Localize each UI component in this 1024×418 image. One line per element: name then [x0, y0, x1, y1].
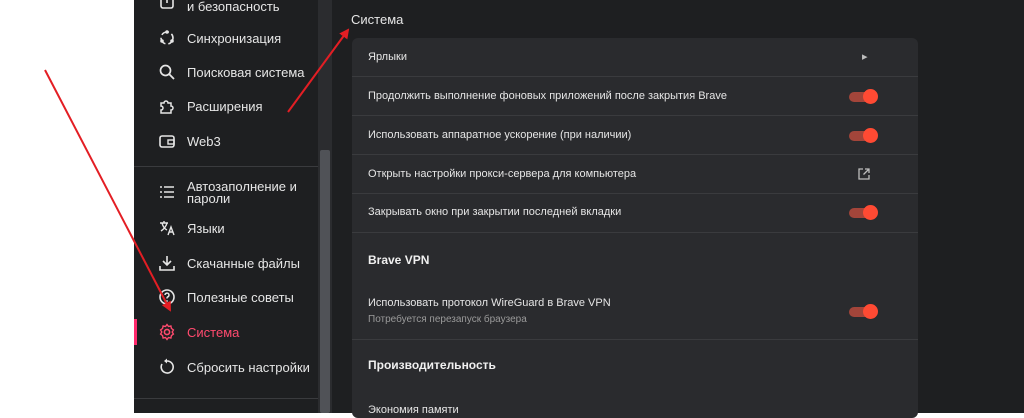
puzzle-icon	[158, 97, 176, 115]
translate-icon	[158, 219, 176, 237]
search-icon	[158, 63, 176, 81]
sidebar-item-extensions[interactable]: Расширения	[134, 97, 318, 115]
sidebar-item-reset[interactable]: Сбросить настройки	[134, 358, 318, 376]
sidebar-item-label: Сбросить настройки	[187, 360, 310, 375]
toggle-knob	[863, 89, 878, 104]
sync-icon	[158, 29, 176, 47]
sidebar-item-system[interactable]: Система	[134, 323, 318, 341]
help-icon	[158, 288, 176, 306]
toggle-knob	[863, 304, 878, 319]
hw-accel-row: Использовать аппаратное ускорение (при н…	[352, 116, 918, 154]
sidebar-item-label: Скачанные файлы	[187, 256, 300, 271]
background-apps-label: Продолжить выполнение фоновых приложений…	[368, 90, 727, 102]
sidebar-item-label: Расширения	[187, 99, 263, 114]
performance-heading: Производительность	[368, 358, 496, 372]
gear-icon	[158, 323, 176, 341]
proxy-label: Открыть настройки прокси-сервера для ком…	[368, 168, 637, 180]
sidebar-item-label: Полезные советы	[187, 290, 294, 305]
shortcuts-row[interactable]: Ярлыки ▸	[352, 38, 918, 76]
toggle-knob	[863, 205, 878, 220]
sidebar-item-label: Синхронизация	[187, 31, 282, 46]
settings-main: Система Ярлыки ▸ Продолжить выполнение ф…	[332, 0, 1024, 418]
shortcuts-label: Ярлыки	[368, 51, 407, 63]
chevron-right-icon: ▸	[862, 51, 868, 63]
sidebar-divider	[134, 398, 318, 399]
proxy-row[interactable]: Открыть настройки прокси-сервера для ком…	[352, 155, 918, 193]
hw-accel-label: Использовать аппаратное ускорение (при н…	[368, 129, 632, 141]
close-window-row: Закрывать окно при закрытии последней вк…	[352, 194, 918, 232]
sidebar-divider	[134, 166, 318, 167]
reset-icon	[158, 358, 176, 376]
memory-saver-label: Экономия памяти	[368, 404, 459, 416]
sidebar-item-label: Система	[187, 325, 240, 340]
sidebar-item-label-line2: пароли	[187, 191, 231, 206]
wallet-icon	[158, 132, 176, 150]
wireguard-row: Использовать протокол WireGuard в Brave …	[352, 288, 918, 334]
background-apps-toggle[interactable]	[849, 89, 878, 104]
scrollbar-thumb[interactable]	[320, 150, 330, 413]
background-apps-row: Продолжить выполнение фоновых приложений…	[352, 77, 918, 115]
system-settings-card: Ярлыки ▸ Продолжить выполнение фоновых п…	[352, 38, 918, 418]
performance-section-header: Производительность	[352, 340, 918, 390]
close-window-toggle[interactable]	[849, 205, 878, 220]
lock-icon	[158, 0, 176, 12]
sidebar-item-label: Языки	[187, 221, 225, 236]
sidebar-item-label: Web3	[187, 134, 221, 149]
sidebar-item-downloads[interactable]: Скачанные файлы	[134, 254, 318, 272]
settings-sidebar: и безопасность Синхронизация Поисковая с…	[134, 0, 318, 413]
sidebar-item-autofill[interactable]: Автозаполнение и пароли	[134, 178, 318, 206]
wireguard-sublabel: Потребуется перезапуск браузера	[368, 314, 527, 325]
close-window-label: Закрывать окно при закрытии последней вк…	[368, 206, 622, 218]
sidebar-scrollbar[interactable]	[318, 0, 332, 413]
sidebar-item-privacy[interactable]: и безопасность	[134, 0, 318, 14]
sidebar-item-sync[interactable]: Синхронизация	[134, 29, 318, 47]
vpn-heading: Brave VPN	[368, 253, 430, 267]
sidebar-item-web3[interactable]: Web3	[134, 132, 318, 150]
wireguard-label: Использовать протокол WireGuard в Brave …	[368, 297, 611, 309]
memory-saver-row: Экономия памяти	[352, 396, 918, 418]
vpn-section-header: Brave VPN	[352, 233, 918, 283]
download-icon	[158, 254, 176, 272]
sidebar-item-search-engine[interactable]: Поисковая система	[134, 63, 318, 81]
autofill-list-icon	[158, 183, 176, 201]
open-external-icon[interactable]	[857, 167, 871, 181]
page-title: Система	[351, 12, 404, 27]
wireguard-toggle[interactable]	[849, 304, 878, 319]
sidebar-item-label: и безопасность	[187, 0, 280, 14]
sidebar-item-languages[interactable]: Языки	[134, 219, 318, 237]
sidebar-item-tips[interactable]: Полезные советы	[134, 288, 318, 306]
sidebar-item-label: Поисковая система	[187, 65, 305, 80]
hw-accel-toggle[interactable]	[849, 128, 878, 143]
toggle-knob	[863, 128, 878, 143]
